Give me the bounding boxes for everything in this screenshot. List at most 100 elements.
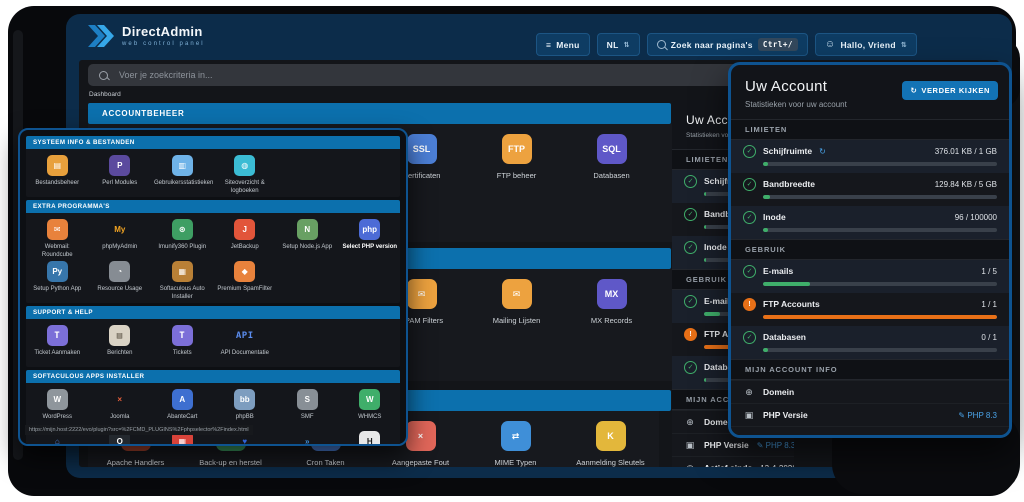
status-icon <box>743 330 756 344</box>
limits-section-header: LIMIETEN <box>731 119 1009 140</box>
overlay-shortcut[interactable]: W WordPress <box>26 387 89 429</box>
overlay-shortcut[interactable]: × Joomla <box>89 387 152 429</box>
overlay-shortcut[interactable]: bb phpBB <box>214 387 277 429</box>
user-greeting: Hallo, Vriend <box>840 39 896 50</box>
overlay-shortcut[interactable]: T Tickets <box>151 323 214 365</box>
brand-logo[interactable]: DirectAdmin web control panel <box>88 25 205 47</box>
shortcut-icon: ▥ <box>171 155 193 176</box>
shortcut-icon: ▤ <box>46 155 68 176</box>
refresh-icon[interactable]: ↻ <box>819 147 826 156</box>
shortcut-icon: × <box>405 421 436 451</box>
shortcut-icon: SQL <box>596 134 627 164</box>
overlay-shortcut[interactable]: ◆ Premium SpamFilter <box>214 259 277 301</box>
overlay-section-header: EXTRA PROGRAMMA'S <box>26 200 400 213</box>
progress-track <box>763 162 997 166</box>
status-icon <box>684 360 697 374</box>
shortcut-icon: A <box>171 389 193 410</box>
info-value[interactable]: 13-4-2026, 22:17 <box>936 434 997 436</box>
info-icon: ⊕ <box>745 386 753 397</box>
shortcut-icon: ⊛ <box>171 219 193 240</box>
shortcut-label: Berichten <box>107 350 133 356</box>
menu-button[interactable]: ≡ Menu <box>535 33 590 56</box>
shortcut-label: API Documentatie <box>220 350 269 356</box>
shortcut-icon: × <box>117 395 123 404</box>
dashboard-shortcut[interactable]: MX MX Records <box>564 279 659 381</box>
shortcut-icon: SSL <box>406 134 437 164</box>
limit-label: Inode <box>763 212 786 222</box>
usage-section-header: GEBRUIK <box>731 239 1009 260</box>
overlay-section-header: SYSTEEM INFO & BESTANDEN <box>26 136 400 149</box>
shortcut-label: Databasen <box>593 171 630 180</box>
overlay-shortcut[interactable]: A AbanteCart <box>151 387 214 429</box>
overlay-shortcut[interactable]: ⊛ Imunify360 Plugin <box>151 217 214 259</box>
overlay-shortcut[interactable]: My phpMyAdmin <box>89 217 152 259</box>
overlay-shortcut[interactable]: S SMF <box>276 387 339 429</box>
info-row: ▣ PHP Versie ✎ PHP 8.3 <box>731 403 1009 426</box>
info-icon: ⊕ <box>686 416 694 427</box>
overlay-shortcut[interactable]: ▦ Softaculous Auto Installer <box>151 259 214 301</box>
info-value: 13-4-2026, 22:17 <box>760 464 794 468</box>
shortcut-icon: T <box>46 325 68 346</box>
dashboard-shortcut[interactable]: ⇄ MIME Typen <box>468 421 563 467</box>
user-menu[interactable]: ☺ Hallo, Vriend ⇅ <box>814 33 917 56</box>
shortcut-label: JetBackup <box>230 244 259 250</box>
overlay-item-row: T Ticket Aanmaken ▤ Berichten T Tickets … <box>26 323 400 365</box>
limit-label: Inode <box>704 242 727 252</box>
navbar-actions: ≡ Menu NL ⇅ Zoek naar pagina's Ctrl+/ ☺ … <box>535 33 917 56</box>
limit-value: 129.84 KB / 5 GB <box>934 179 997 189</box>
shortcut-icon: ✉ <box>501 279 532 309</box>
progress-fill <box>763 282 810 286</box>
info-label: Domein <box>763 387 795 397</box>
overlay-shortcut[interactable]: ✉ Webmail: Roundcube <box>26 217 89 259</box>
overlay-shortcut[interactable]: N Setup Node.js App <box>276 217 339 259</box>
shortcut-label: WordPress <box>42 414 73 420</box>
account-panel-floating: Uw Account Statistieken voor uw account … <box>728 62 1012 438</box>
overlay-shortcut[interactable]: API API Documentatie <box>214 323 277 365</box>
progress-fill <box>763 348 768 352</box>
overlay-shortcut[interactable]: J JetBackup <box>214 217 277 259</box>
limit-label: Schijfruimte <box>763 146 813 156</box>
overlay-shortcut[interactable]: W WHMCS <box>339 387 402 429</box>
overlay-shortcut[interactable]: ▤ Berichten <box>89 323 152 365</box>
chevron-updown-icon: ⇅ <box>900 41 907 49</box>
usage-value: 0 / 1 <box>981 332 997 342</box>
dashboard-shortcut[interactable]: ✉ Mailing Lijsten <box>469 279 564 381</box>
breadcrumb[interactable]: Dashboard <box>89 91 121 98</box>
page-search-button[interactable]: Zoek naar pagina's Ctrl+/ <box>646 33 808 56</box>
overlay-shortcut[interactable]: php Select PHP version <box>339 217 402 259</box>
overlay-shortcut[interactable]: ▥ Gebruikersstatistieken <box>151 153 214 195</box>
verder-kijken-button[interactable]: ↻ VERDER KIJKEN <box>902 81 998 100</box>
overlay-section-support-help: SUPPORT & HELP T Ticket Aanmaken ▤ Beric… <box>26 306 400 367</box>
shortcut-label: MX Records <box>590 316 633 325</box>
dashboard-shortcut[interactable]: K Aanmelding Sleutels <box>563 421 658 467</box>
overlay-shortcut[interactable]: P Perl Modules <box>89 153 152 195</box>
info-value[interactable]: ✎ PHP 8.3 <box>958 411 997 420</box>
shortcut-label: MIME Typen <box>494 458 537 467</box>
info-label: PHP Versie <box>704 440 749 450</box>
dashboard-shortcut[interactable]: SQL Databasen <box>564 134 659 242</box>
status-icon <box>684 327 697 341</box>
limits-list: Schijfruimte ↻ 376.01 KB / 1 GB Bandbree… <box>731 140 1009 239</box>
verder-kijken-label: VERDER KIJKEN <box>921 86 990 95</box>
language-select[interactable]: NL ⇅ <box>596 33 640 56</box>
overlay-shortcut[interactable]: ◔ Resource Usage <box>89 259 152 301</box>
overlay-shortcut[interactable]: ▤ Bestandsbeheer <box>26 153 89 195</box>
user-icon: ☺ <box>824 38 836 50</box>
shortcut-label: Gebruikersstatistieken <box>154 180 214 186</box>
keyboard-shortcut-badge: Ctrl+/ <box>757 38 798 51</box>
shortcut-label: Premium SpamFilter <box>217 286 273 292</box>
usage-row: E-mails 1 / 5 <box>731 260 1009 293</box>
overlay-shortcut[interactable]: ◍ Siteoverzicht & logboeken <box>214 153 277 195</box>
usage-value: 1 / 1 <box>981 299 997 309</box>
progress-track <box>763 282 997 286</box>
dashboard-shortcut[interactable]: FTP FTP beheer <box>469 134 564 242</box>
shortcut-label: Back-up en herstel <box>199 458 262 467</box>
progress-fill <box>704 378 706 382</box>
status-icon <box>684 174 697 188</box>
overlay-shortcut[interactable]: T Ticket Aanmaken <box>26 323 89 365</box>
overlay-shortcut[interactable]: Py Setup Python App <box>26 259 89 301</box>
overlay-shortcut[interactable]: H <box>339 429 402 444</box>
progress-track <box>763 195 997 199</box>
overlay-item-row: ▤ Bestandsbeheer P Perl Modules ▥ Gebrui… <box>26 153 400 195</box>
overlay-shortcut[interactable]: » <box>276 429 339 444</box>
